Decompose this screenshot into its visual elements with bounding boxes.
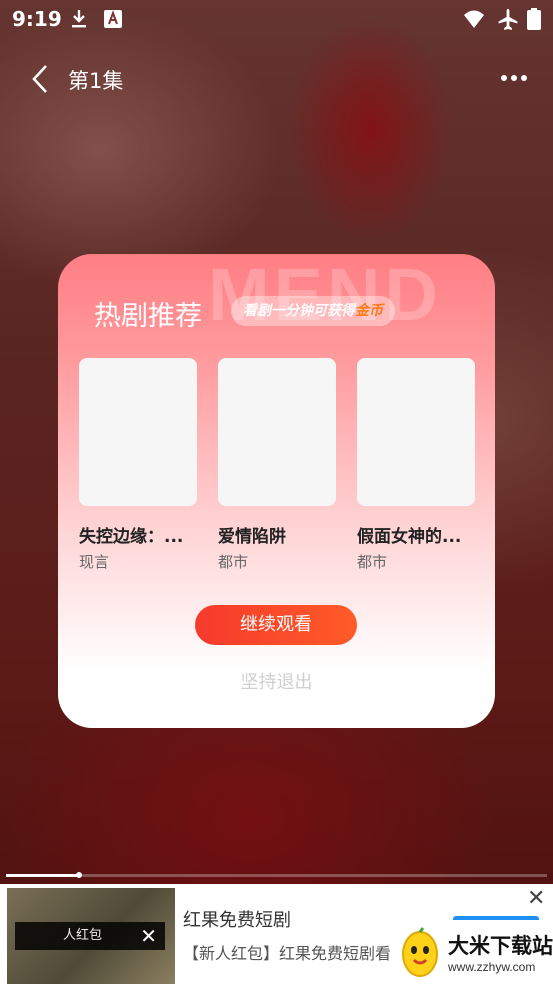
ad-close-button[interactable]: ✕ <box>527 886 545 911</box>
ad-description: 【新人红包】红果免费短剧看 <box>183 944 392 963</box>
hot-drama-modal: MEND 热剧推荐 看剧一分钟可获得金币 失控边缘：... 现言 爱情陷阱 都市… <box>58 254 495 728</box>
battery-icon <box>527 8 541 30</box>
chevron-left-icon <box>32 65 47 93</box>
drama-title: 失控边缘：... <box>79 527 184 547</box>
back-button[interactable] <box>26 62 54 96</box>
download-icon <box>72 10 86 28</box>
ad-image[interactable]: 人红包 ✕ <box>7 888 175 984</box>
airplane-icon <box>498 9 518 30</box>
drama-card[interactable]: 失控边缘：... 现言 <box>79 358 197 572</box>
video-progress-handle[interactable] <box>76 872 83 878</box>
drama-genre: 现言 <box>79 553 110 571</box>
continue-watching-button[interactable]: 继续观看 <box>195 605 357 645</box>
site-watermark-logo: 大米下载站 www.zzhyw.com <box>390 920 553 984</box>
modal-title: 热剧推荐 <box>94 301 202 332</box>
coin-hint-highlight: 金币 <box>355 303 383 319</box>
brand-url: www.zzhyw.com <box>448 960 536 974</box>
more-button[interactable] <box>500 70 528 86</box>
wifi-icon <box>464 10 484 28</box>
drama-title: 爱情陷阱 <box>218 527 286 547</box>
drama-genre: 都市 <box>218 553 249 571</box>
drama-card[interactable]: 爱情陷阱 都市 <box>218 358 336 572</box>
drama-card[interactable]: 假面女神的... 都市 <box>357 358 475 572</box>
drama-cover[interactable] <box>79 358 197 506</box>
drama-title: 假面女神的... <box>357 527 462 547</box>
more-dots-icon <box>501 75 527 81</box>
coin-reward-hint: 看剧一分钟可获得金币 <box>231 296 395 326</box>
video-progress-fill <box>6 874 80 877</box>
episode-title: 第1集 <box>68 69 124 93</box>
quit-button[interactable]: 坚持退出 <box>58 668 495 694</box>
status-time: 9:19 <box>12 7 62 31</box>
video-progress-bar[interactable] <box>6 872 547 878</box>
ad-image-badge: 人红包 ✕ <box>15 922 165 950</box>
close-icon: ✕ <box>140 924 157 948</box>
egg-mascot-icon <box>402 927 438 977</box>
status-bar: 9:19 <box>0 0 553 38</box>
drama-cover[interactable] <box>357 358 475 506</box>
ad-title: 红果免费短剧 <box>183 910 291 931</box>
brand-name: 大米下载站 <box>448 934 553 958</box>
drama-genre: 都市 <box>357 553 388 571</box>
drama-cover[interactable] <box>218 358 336 506</box>
coin-hint-text: 看剧一分钟可获得 <box>243 303 355 319</box>
ad-badge-text: 人红包 <box>63 928 103 943</box>
font-app-icon <box>104 10 122 28</box>
